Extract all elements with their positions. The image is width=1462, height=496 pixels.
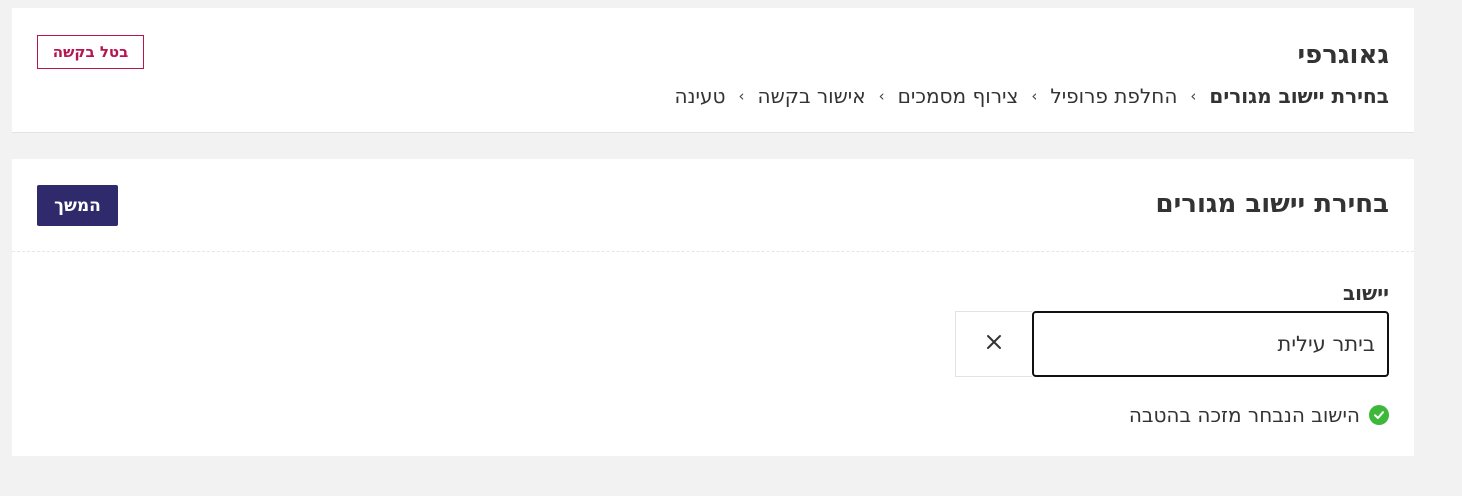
breadcrumb-item-approval: אישור בקשה (757, 84, 866, 108)
page-title: גאוגרפי (1297, 40, 1390, 70)
settlement-input[interactable] (1032, 311, 1389, 377)
breadcrumb-item-claim: טעינה (674, 84, 726, 108)
breadcrumb-separator: › (738, 87, 745, 105)
breadcrumb-separator: › (878, 87, 885, 105)
breadcrumb: בחירת יישוב מגורים › החלפת פרופיל › צירו… (674, 84, 1389, 108)
clear-settlement-button[interactable] (955, 311, 1032, 377)
breadcrumb-item-documents: צירוף מסמכים (897, 84, 1019, 108)
breadcrumb-separator: › (1031, 87, 1038, 105)
cancel-request-button[interactable]: בטל בקשה (37, 35, 144, 69)
settlement-selection-card: בחירת יישוב מגורים המשך יישוב הישוב הנבח… (12, 159, 1414, 456)
breadcrumb-separator: › (1190, 87, 1197, 105)
breadcrumb-item-profile: החלפת פרופיל (1050, 84, 1178, 108)
close-icon (986, 334, 1002, 354)
breadcrumb-item-settlement: בחירת יישוב מגורים (1209, 84, 1389, 108)
header-card: גאוגרפי בחירת יישוב מגורים › החלפת פרופי… (12, 8, 1414, 133)
divider (12, 251, 1414, 252)
eligibility-status: הישוב הנבחר מזכה בהטבה (1129, 403, 1389, 427)
continue-button[interactable]: המשך (37, 185, 118, 226)
eligibility-text: הישוב הנבחר מזכה בהטבה (1128, 403, 1360, 427)
check-circle-icon (1369, 405, 1389, 425)
settlement-field-label: יישוב (1342, 281, 1389, 305)
section-title: בחירת יישוב מגורים (1155, 189, 1389, 219)
